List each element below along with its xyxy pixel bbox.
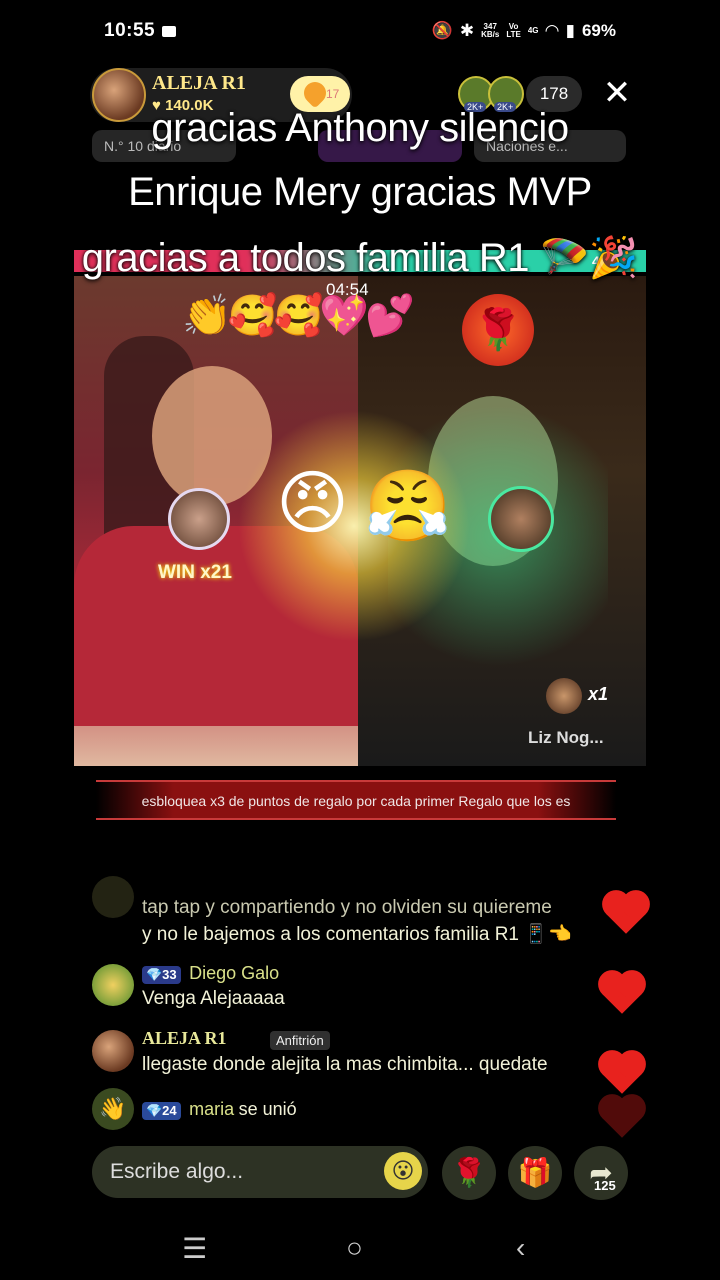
opponent-name[interactable]: Liz Nog...	[528, 728, 604, 748]
rose-gift-icon: 🌹	[462, 294, 534, 366]
user-level-badge: 💎33	[142, 966, 181, 984]
gift-button[interactable]: 🎁	[508, 1146, 562, 1200]
caption-line-2: Enrique Mery gracias MVP	[128, 170, 592, 214]
host-win-avatar	[168, 488, 230, 550]
status-time: 10:55	[104, 20, 156, 41]
reaction-emojis: 👏🥰🥰💖💕	[182, 294, 415, 338]
rose-gift-button[interactable]: 🌹	[442, 1146, 496, 1200]
chat-message: Venga Alejaaaaa	[142, 988, 285, 1009]
chat-message: tap tap y compartiendo y no olviden su q…	[142, 897, 552, 918]
chat-header: 💎33 Diego Galo	[142, 963, 279, 984]
mute-icon: 🔕	[431, 21, 453, 40]
status-bar: 10:55 🔕 ✱ 347 KB/s Vo LTE 4G ◠ ▮ 69%	[0, 0, 720, 64]
chat-username[interactable]: ALEJA R1	[142, 1028, 227, 1049]
chat-username[interactable]: Diego Galo	[189, 963, 279, 983]
bluetooth-icon: ✱	[459, 21, 475, 40]
emoji-icon[interactable]: 😮	[384, 1152, 422, 1190]
recent-apps-icon[interactable]: ☰	[182, 1232, 207, 1265]
battery-icon: ▮	[565, 21, 575, 40]
angry-face-icon: 😠	[276, 464, 349, 542]
status-icons: 🔕 ✱ 347 KB/s Vo LTE 4G ◠ ▮ 69%	[432, 21, 616, 41]
caption-line-3: gracias a todos familia R1 🪂🎉	[81, 236, 639, 280]
battle-burst-effect	[204, 406, 504, 646]
opponent-avatar[interactable]	[488, 486, 554, 552]
wifi-icon: ◠	[545, 21, 559, 40]
chat-avatar[interactable]	[92, 876, 134, 918]
opponent-multiplier: x1	[588, 684, 609, 704]
volte-indicator: Vo LTE	[506, 22, 521, 39]
signal-4g: 4G	[527, 26, 539, 35]
promo-ticker: esbloquea x3 de puntos de regalo por cad…	[96, 780, 616, 820]
heart-icon	[606, 894, 646, 934]
chat-message: llegaste donde alejita la mas chimbita..…	[142, 1054, 548, 1075]
heart-icon	[602, 1098, 642, 1138]
heart-icon	[602, 974, 642, 1014]
comment-placeholder: Escribe algo...	[110, 1160, 244, 1183]
opponent-supporter-avatar	[546, 678, 582, 714]
home-icon[interactable]: ○	[346, 1232, 363, 1264]
host-tag: Anfitrión	[270, 1031, 330, 1050]
back-icon[interactable]: ‹	[516, 1232, 525, 1264]
chat-avatar[interactable]	[92, 1030, 134, 1072]
win-streak-label: WIN x21	[158, 562, 232, 583]
heart-icon	[602, 1054, 642, 1094]
join-notice: 💎24 maria se unió	[142, 1099, 297, 1120]
chat-avatar[interactable]	[92, 964, 134, 1006]
video-camera-icon	[162, 26, 176, 37]
join-text: se unió	[238, 1099, 297, 1119]
host-name: ALEJA R1	[152, 72, 246, 94]
chat-message: y no le bajemos a los comentarios famili…	[142, 924, 572, 945]
system-nav-bar: ☰ ○ ‹	[0, 1222, 720, 1280]
comment-input[interactable]: Escribe algo...	[92, 1146, 428, 1198]
battery-percent: 69%	[581, 21, 616, 40]
network-speed: 347 KB/s	[481, 22, 500, 39]
user-level-badge: 💎24	[142, 1102, 181, 1120]
chat-username[interactable]: maria	[189, 1099, 234, 1119]
caption-line-1: gracias Anthony silencio	[151, 106, 569, 150]
huffing-face-icon: 😤	[364, 467, 452, 545]
share-count: 125	[594, 1178, 616, 1193]
wave-icon: 👋	[92, 1088, 134, 1130]
